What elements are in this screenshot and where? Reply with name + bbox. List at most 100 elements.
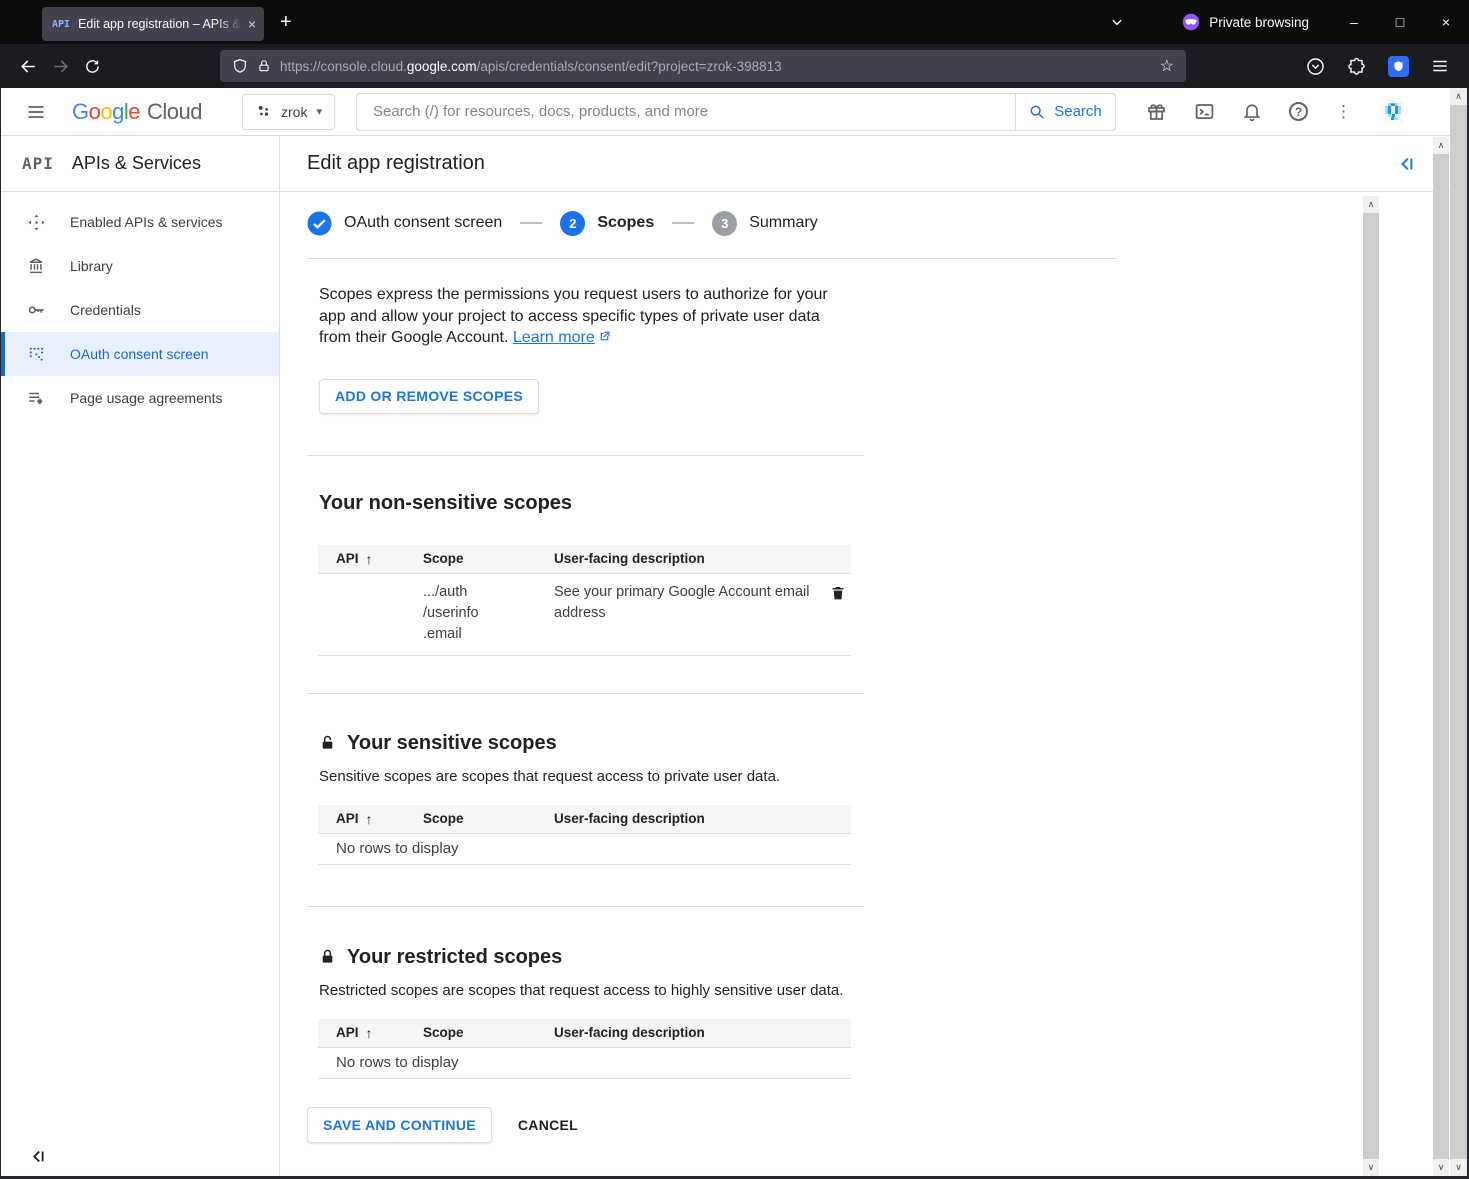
sort-ascending-icon[interactable]: ↑ (366, 811, 373, 827)
table-header: API↑ Scope User-facing description (318, 805, 851, 834)
main-panel: Edit app registration OAuth consent scre… (280, 136, 1469, 1179)
project-selector[interactable]: zrok ▾ (242, 94, 335, 130)
step3-label[interactable]: Summary (749, 214, 817, 232)
step-connector (520, 222, 542, 224)
list-all-tabs-chevron-icon[interactable] (1110, 15, 1124, 29)
url-text[interactable]: https://console.cloud.google.com/apis/cr… (280, 59, 1151, 74)
tab-close-icon[interactable]: × (248, 16, 256, 32)
content-scrollbar[interactable]: ∧ ∨ (1363, 196, 1379, 1176)
delete-scope-trash-icon[interactable] (830, 584, 846, 645)
gcp-nav-menu-icon[interactable] (26, 102, 46, 122)
tab-title: Edit app registration – APIs & Se (78, 17, 242, 31)
scroll-down-icon[interactable]: ∨ (1363, 1159, 1379, 1176)
sensitive-scopes-title: Your sensitive scopes (319, 732, 1469, 755)
library-icon (26, 257, 46, 275)
bookmark-star-icon[interactable]: ☆ (1160, 56, 1174, 76)
sidebar-title: APIs & Services (72, 153, 201, 174)
window-border (0, 88, 1, 1179)
non-sensitive-scopes-title: Your non-sensitive scopes (319, 492, 1469, 515)
sidebar-item-page-usage-agreements[interactable]: Page usage agreements (0, 376, 279, 420)
restricted-scopes-title: Your restricted scopes (319, 946, 1469, 969)
restricted-scopes-description: Restricted scopes are scopes that reques… (319, 982, 1469, 999)
tracking-protection-shield-icon[interactable] (232, 57, 248, 75)
scroll-up-icon[interactable]: ∧ (1433, 137, 1449, 154)
private-mask-icon (1182, 13, 1200, 31)
sensitive-scopes-description: Sensitive scopes are scopes that request… (319, 768, 1469, 785)
learn-more-link[interactable]: Learn more (513, 329, 595, 346)
scroll-down-icon[interactable]: ∨ (1450, 1159, 1467, 1176)
api-favicon: API (52, 19, 70, 30)
table-header: API↑ Scope User-facing description (318, 1019, 851, 1048)
overflow-menu-icon[interactable]: ⋮ (1335, 102, 1352, 122)
page-title: Edit app registration (307, 152, 485, 175)
table-row: .../auth /userinfo .email See your prima… (318, 574, 851, 656)
browser-tab[interactable]: API Edit app registration – APIs & Se × (42, 7, 264, 41)
close-window-button[interactable]: × (1423, 0, 1469, 44)
cloud-shell-terminal-icon[interactable] (1194, 101, 1215, 122)
api-product-logo: API (22, 154, 54, 173)
divider (307, 455, 864, 456)
divider (307, 906, 864, 907)
titlebar: API Edit app registration – APIs & Se × … (0, 0, 1469, 44)
divider (307, 693, 864, 694)
console-scrollbar[interactable]: ∧ ∨ (1433, 137, 1449, 1176)
account-avatar[interactable] (1379, 98, 1407, 126)
search-input[interactable] (356, 93, 1015, 131)
agreements-list-icon (26, 389, 46, 407)
pocket-icon[interactable] (1306, 57, 1325, 76)
url-bar[interactable]: https://console.cloud.google.com/apis/cr… (220, 50, 1186, 82)
non-sensitive-scopes-table: API↑ Scope User-facing description .../a… (318, 545, 851, 656)
project-icon (255, 103, 272, 120)
private-browsing-badge: Private browsing (1182, 13, 1309, 31)
back-button[interactable] (12, 50, 44, 82)
empty-table-message: No rows to display (318, 834, 851, 865)
cancel-button[interactable]: CANCEL (518, 1117, 578, 1133)
collapse-sidebar-icon[interactable] (30, 1148, 47, 1165)
sidebar: API APIs & Services Enabled APIs & servi… (0, 136, 280, 1179)
external-link-icon (598, 330, 611, 343)
scroll-up-icon[interactable]: ∧ (1363, 196, 1379, 213)
new-tab-button[interactable]: + (280, 11, 292, 34)
enabled-apis-icon (26, 213, 46, 232)
gcp-header: Google Cloud zrok ▾ Search (0, 88, 1469, 136)
connection-lock-icon[interactable] (257, 58, 271, 74)
password-manager-extension-icon[interactable] (1388, 56, 1409, 77)
help-icon[interactable]: ? (1289, 102, 1308, 121)
scope-description: See your primary Google Account email ad… (554, 582, 811, 645)
collapse-info-panel-icon[interactable] (1398, 155, 1416, 173)
step1-label[interactable]: OAuth consent screen (344, 214, 502, 232)
scopes-intro-text: Scopes express the permissions you reque… (319, 284, 847, 349)
sensitive-scopes-table: API↑ Scope User-facing description No ro… (318, 805, 851, 865)
step2-label[interactable]: Scopes (597, 214, 654, 232)
save-and-continue-button[interactable]: SAVE AND CONTINUE (307, 1107, 492, 1143)
google-cloud-logo[interactable]: Google Cloud (72, 99, 202, 125)
search-button[interactable]: Search (1015, 93, 1116, 131)
sidebar-item-library[interactable]: Library (0, 244, 279, 288)
forward-button[interactable] (44, 50, 76, 82)
gcp-search: Search (356, 93, 1116, 131)
free-trial-gift-icon[interactable] (1146, 101, 1167, 122)
reload-button[interactable] (76, 50, 108, 82)
add-or-remove-scopes-button[interactable]: ADD OR REMOVE SCOPES (319, 379, 539, 414)
table-header: API↑ Scope User-facing description (318, 545, 851, 574)
scroll-up-icon[interactable]: ∧ (1450, 88, 1467, 105)
step1-check-icon[interactable] (307, 211, 332, 236)
extensions-puzzle-icon[interactable] (1347, 57, 1366, 76)
notifications-bell-icon[interactable] (1242, 101, 1262, 122)
menu-hamburger-icon[interactable] (1431, 57, 1449, 75)
minimize-button[interactable]: – (1331, 0, 1377, 44)
browser-toolbar: https://console.cloud.google.com/apis/cr… (0, 44, 1469, 88)
step3-circle[interactable]: 3 (712, 211, 737, 236)
scope-value: .../auth /userinfo .email (423, 582, 554, 645)
project-name: zrok (281, 104, 307, 120)
step2-circle[interactable]: 2 (560, 211, 585, 236)
sidebar-item-oauth-consent-screen[interactable]: OAuth consent screen (0, 332, 279, 376)
sidebar-item-enabled-apis[interactable]: Enabled APIs & services (0, 200, 279, 244)
sort-ascending-icon[interactable]: ↑ (366, 1025, 373, 1041)
sidebar-item-credentials[interactable]: Credentials (0, 288, 279, 332)
sort-ascending-icon[interactable]: ↑ (366, 551, 373, 567)
scroll-down-icon[interactable]: ∨ (1433, 1159, 1449, 1176)
browser-scrollbar[interactable]: ∧ ∨ (1450, 88, 1467, 1176)
project-dropdown-arrow-icon: ▾ (316, 105, 322, 118)
maximize-button[interactable]: □ (1377, 0, 1423, 44)
